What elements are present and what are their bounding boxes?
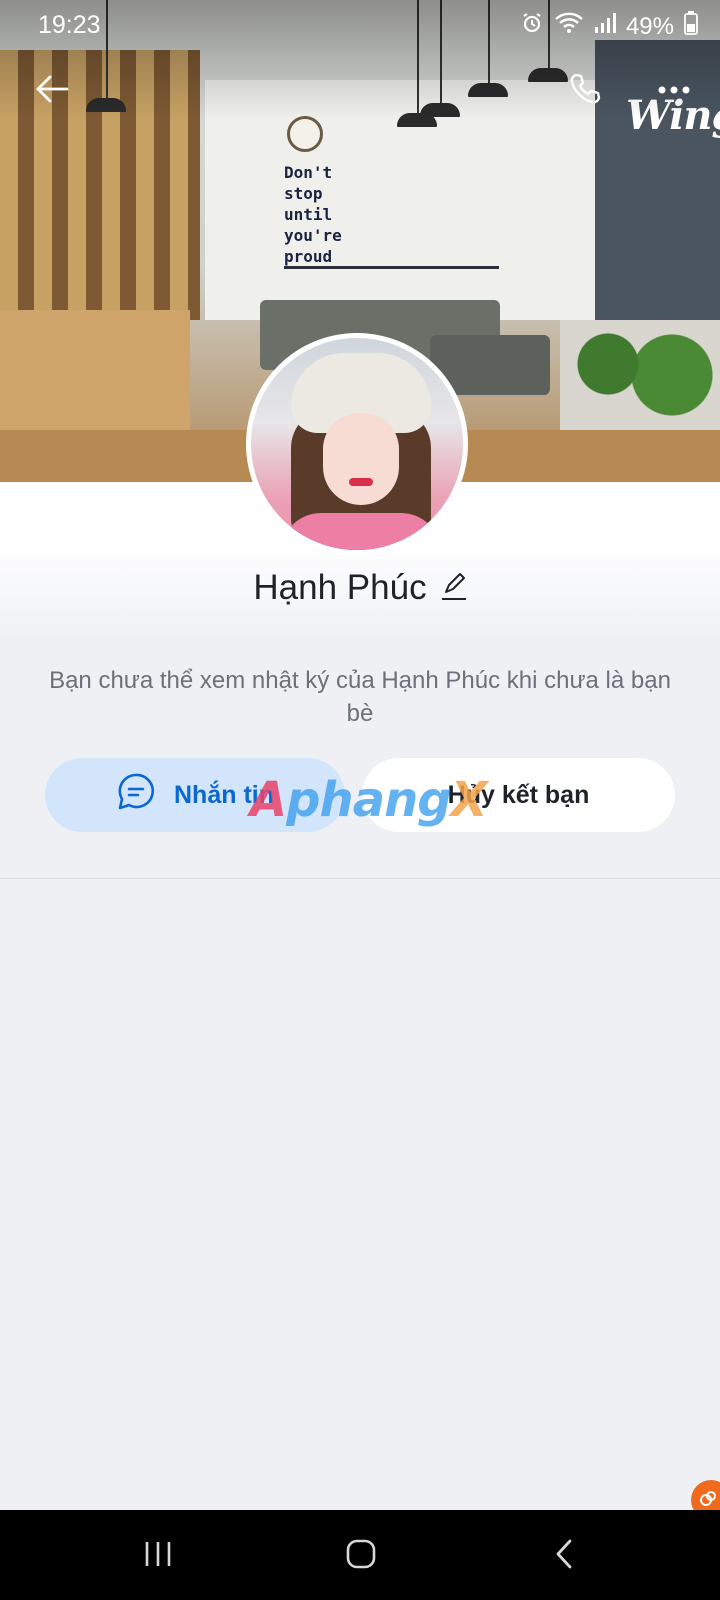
battery-percent: 49% (625, 12, 674, 40)
status-icons: 49% (520, 11, 698, 42)
section-divider (0, 878, 720, 879)
alarm-icon (520, 11, 544, 42)
more-horizontal-icon (657, 82, 691, 100)
wifi-icon (554, 11, 584, 42)
cover-wall-quote: Don't stop until you're proud (284, 163, 342, 266)
diary-privacy-hint: Bạn chưa thể xem nhật ký của Hạnh Phúc k… (49, 667, 671, 727)
recent-apps-button[interactable] (128, 1536, 188, 1576)
profile-name-row: Hạnh Phúc (0, 568, 720, 608)
status-bar: 19:23 49% (0, 0, 720, 50)
chevron-left-icon (554, 1538, 574, 1575)
battery-icon (684, 11, 698, 42)
system-back-button[interactable] (534, 1536, 594, 1576)
pencil-icon (441, 572, 467, 605)
avatar[interactable] (246, 333, 468, 555)
cover-counter (0, 310, 190, 450)
signal-icon (594, 12, 616, 41)
phone-icon (567, 71, 603, 112)
home-icon (345, 1538, 377, 1575)
profile-name: Hạnh Phúc (253, 568, 427, 607)
call-button[interactable] (562, 68, 608, 114)
more-options-button[interactable] (651, 68, 697, 114)
recent-apps-icon (143, 1540, 173, 1573)
watermark-logo: AphangX (250, 772, 488, 828)
cover-quote-underline (284, 266, 499, 269)
wall-clock (287, 116, 323, 152)
status-time: 19:23 (38, 11, 101, 39)
back-button[interactable] (29, 68, 75, 114)
profile-content-area (0, 482, 720, 1510)
home-button[interactable] (331, 1536, 391, 1576)
edit-name-button[interactable] (441, 571, 467, 606)
chat-bubble-icon (116, 772, 156, 819)
system-navigation-bar (0, 1510, 720, 1600)
cover-plants (560, 320, 720, 430)
arrow-left-icon (35, 74, 69, 109)
